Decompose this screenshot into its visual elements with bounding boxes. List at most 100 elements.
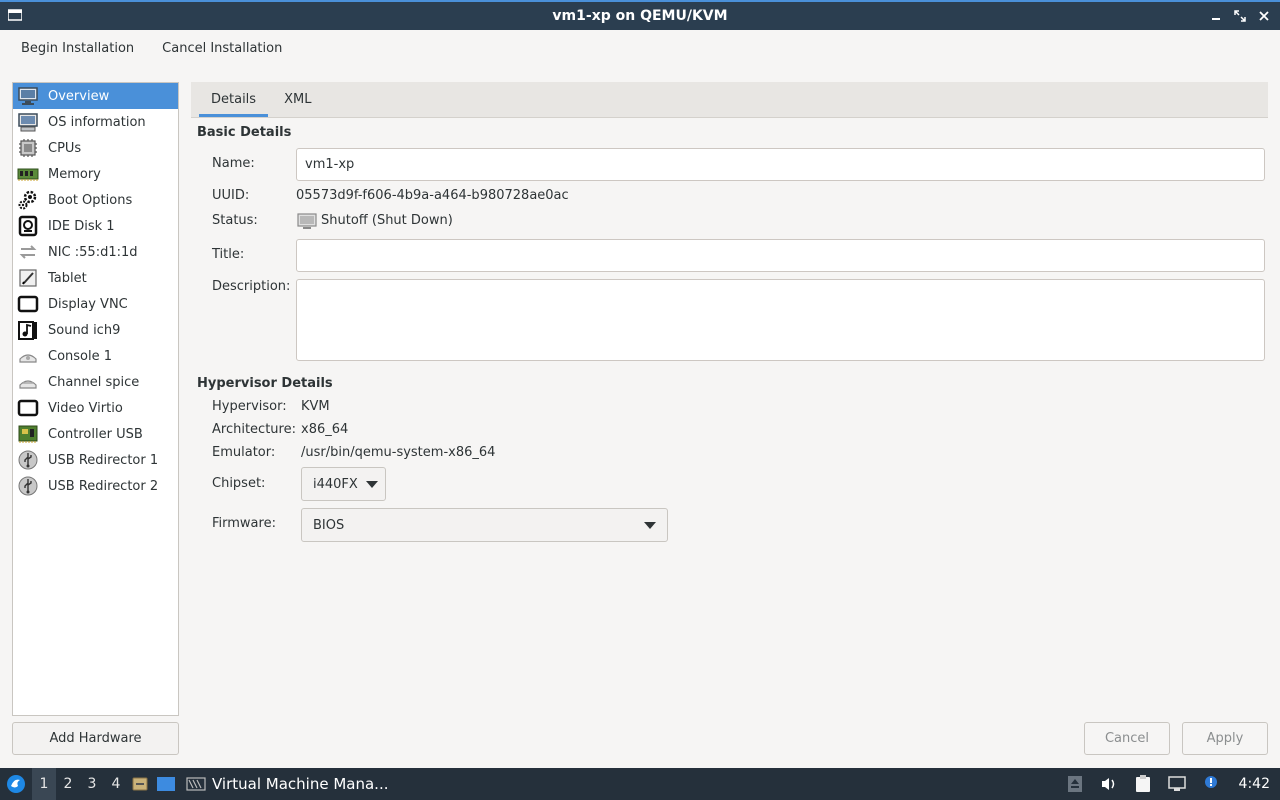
chevron-down-icon	[365, 480, 378, 488]
workspace-2[interactable]: 2	[56, 768, 80, 800]
tab-details[interactable]: Details	[199, 81, 269, 117]
sidebar-item-label: Console 1	[48, 348, 113, 364]
usb-icon	[16, 475, 40, 497]
display-icon	[16, 293, 40, 315]
description-field[interactable]	[296, 279, 1265, 361]
hypervisor-value: KVM	[301, 399, 330, 414]
description-label: Description:	[212, 279, 291, 294]
sidebar-item-cpus[interactable]: CPUs	[13, 135, 178, 161]
title-field[interactable]	[296, 239, 1265, 272]
sidebar-item-overview[interactable]: Overview	[13, 83, 178, 109]
hardware-list: Overview OS information CPUs Memory Boot…	[12, 82, 179, 716]
name-field[interactable]	[296, 148, 1265, 181]
taskbar-app-title: Virtual Machine Mana...	[212, 775, 389, 793]
monitor-icon	[16, 85, 40, 107]
console-icon	[16, 345, 40, 367]
sidebar-item-display-vnc[interactable]: Display VNC	[13, 291, 178, 317]
sidebar-item-label: USB Redirector 1	[48, 452, 159, 468]
virt-manager-icon	[186, 777, 206, 791]
sidebar-item-channel-spice[interactable]: Channel spice	[13, 369, 178, 395]
sidebar-item-nic[interactable]: NIC :55:d1:1d	[13, 239, 178, 265]
usb-icon	[16, 449, 40, 471]
minimize-icon[interactable]	[1206, 6, 1226, 26]
file-manager-icon[interactable]	[128, 768, 152, 800]
hypervisor-details-heading: Hypervisor Details	[197, 376, 333, 391]
firmware-selected: BIOS	[313, 517, 345, 533]
taskbar-app-virt-manager[interactable]: Virtual Machine Mana...	[186, 775, 388, 793]
sidebar-item-label: Overview	[48, 88, 110, 104]
sidebar-item-label: Controller USB	[48, 426, 143, 442]
maximize-icon[interactable]	[1230, 6, 1250, 26]
sidebar-item-tablet[interactable]: Tablet	[13, 265, 178, 291]
network-status-icon[interactable]	[1167, 774, 1187, 794]
notification-icon[interactable]	[1201, 774, 1221, 794]
window-menu-icon[interactable]	[7, 9, 23, 21]
details-pane	[191, 118, 1268, 716]
volume-icon[interactable]	[1099, 774, 1119, 794]
os-info-icon	[16, 111, 40, 133]
clipboard-icon[interactable]	[1133, 774, 1153, 794]
sidebar-item-usb-redirector-1[interactable]: USB Redirector 1	[13, 447, 178, 473]
sidebar-item-console-1[interactable]: Console 1	[13, 343, 178, 369]
sidebar-item-label: Sound ich9	[48, 322, 121, 338]
sidebar-item-sound-ich9[interactable]: Sound ich9	[13, 317, 178, 343]
video-icon	[16, 397, 40, 419]
window-title: vm1-xp on QEMU/KVM	[552, 8, 728, 24]
tablet-icon	[16, 267, 40, 289]
name-label: Name:	[212, 156, 255, 171]
begin-installation-button[interactable]: Begin Installation	[7, 34, 148, 64]
action-toolbar: Begin Installation Cancel Installation	[0, 30, 1280, 68]
gear-icon	[16, 189, 40, 211]
sidebar-item-label: IDE Disk 1	[48, 218, 115, 234]
workspace-3[interactable]: 3	[80, 768, 104, 800]
uuid-label: UUID:	[212, 188, 250, 203]
tab-xml[interactable]: XML	[272, 81, 323, 117]
status-label: Status:	[212, 213, 258, 228]
chipset-label: Chipset:	[212, 476, 266, 491]
sidebar-item-label: Display VNC	[48, 296, 128, 312]
clock: 4:42	[1238, 776, 1270, 792]
sidebar-item-label: USB Redirector 2	[48, 478, 159, 494]
network-icon	[16, 241, 40, 263]
chipset-selected: i440FX	[313, 476, 358, 492]
show-desktop-icon[interactable]	[152, 768, 180, 800]
basic-details-heading: Basic Details	[197, 125, 292, 140]
chipset-dropdown[interactable]: i440FX	[301, 467, 386, 501]
sidebar-item-label: OS information	[48, 114, 146, 130]
firmware-dropdown[interactable]: BIOS	[301, 508, 668, 542]
sidebar-item-boot-options[interactable]: Boot Options	[13, 187, 178, 213]
system-tray: 4:42	[1065, 768, 1270, 800]
close-icon[interactable]	[1254, 6, 1274, 26]
sidebar-item-ide-disk-1[interactable]: IDE Disk 1	[13, 213, 178, 239]
sidebar-item-controller-usb[interactable]: Controller USB	[13, 421, 178, 447]
sidebar-item-video-virtio[interactable]: Video Virtio	[13, 395, 178, 421]
details-tabs: Details XML	[191, 82, 1268, 118]
firmware-label: Firmware:	[212, 516, 276, 531]
cancel-button[interactable]: Cancel	[1084, 722, 1170, 755]
disk-icon	[16, 215, 40, 237]
sidebar-item-os-information[interactable]: OS information	[13, 109, 178, 135]
hypervisor-label: Hypervisor:	[212, 399, 287, 414]
sidebar-item-label: CPUs	[48, 140, 82, 156]
taskbar: 1 2 3 4 Virtual Machine Mana... 4:42	[0, 768, 1280, 800]
shutoff-icon	[297, 213, 317, 231]
sidebar-item-label: Boot Options	[48, 192, 133, 208]
workspace-4[interactable]: 4	[104, 768, 128, 800]
title-label: Title:	[212, 247, 245, 262]
sidebar-item-usb-redirector-2[interactable]: USB Redirector 2	[13, 473, 178, 499]
cancel-installation-button[interactable]: Cancel Installation	[148, 34, 296, 64]
eject-icon[interactable]	[1065, 774, 1085, 794]
sidebar-item-label: Channel spice	[48, 374, 140, 390]
architecture-label: Architecture:	[212, 422, 296, 437]
start-menu-icon[interactable]	[0, 768, 32, 800]
sidebar-item-label: NIC :55:d1:1d	[48, 244, 138, 260]
sidebar-item-label: Video Virtio	[48, 400, 123, 416]
apply-button[interactable]: Apply	[1182, 722, 1268, 755]
status-value: Shutoff (Shut Down)	[321, 213, 453, 228]
add-hardware-button[interactable]: Add Hardware	[12, 722, 179, 755]
window-titlebar[interactable]: vm1-xp on QEMU/KVM	[0, 0, 1280, 30]
chevron-down-icon	[644, 521, 656, 529]
workspace-1[interactable]: 1	[32, 768, 56, 800]
sidebar-item-memory[interactable]: Memory	[13, 161, 178, 187]
sound-icon	[16, 319, 40, 341]
